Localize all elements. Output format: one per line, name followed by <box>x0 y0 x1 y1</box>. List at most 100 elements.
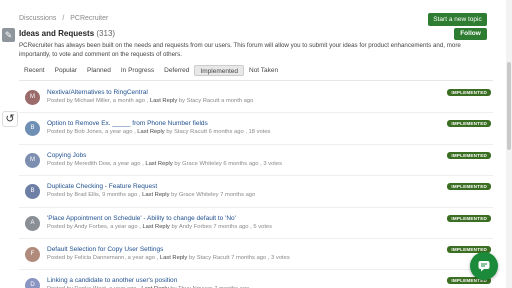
posted-by-label: Posted by <box>47 160 73 167</box>
posted-by-label: Posted by <box>47 192 73 199</box>
topic-meta: Posted by Meredith Dow, a year ago , Las… <box>47 160 283 167</box>
tab-popular[interactable]: Popular <box>50 65 82 76</box>
last-reply-author[interactable]: Andy Forbes <box>179 224 212 230</box>
topic-title-link[interactable]: Nextiva/Alternatives to RingCentral <box>47 89 148 96</box>
posted-time: a year ago <box>127 254 155 261</box>
breadcrumb: Discussions / PCRecruiter <box>19 15 112 22</box>
last-reply-link[interactable]: Last Reply <box>145 161 172 167</box>
last-reply-time: 6 months ago <box>223 160 259 167</box>
by-label: by <box>171 223 178 230</box>
chat-button[interactable] <box>470 252 498 280</box>
start-topic-button[interactable]: Start a new topic <box>428 13 487 26</box>
topic-title-link[interactable]: Duplicate Checking - Feature Request <box>47 183 157 190</box>
forum-description: PCRecruiter has always been built on the… <box>19 42 461 58</box>
topic-title-link[interactable]: Default Selection for Copy User Settings <box>47 246 163 253</box>
topic-list: M Nextiva/Alternatives to RingCentral Post… <box>19 82 493 288</box>
last-reply-author[interactable]: Stacy Racutt <box>174 129 207 135</box>
last-reply-link[interactable]: Last Reply <box>150 98 177 104</box>
topic-row: D Linking a candidate to another user's p… <box>19 270 493 288</box>
topic-row: M Copying Jobs Posted by Meredith Dow, a y… <box>19 145 493 177</box>
topic-meta: Posted by Michael Miller, a month ago , … <box>47 98 254 104</box>
status-badge: IMPLEMENTED <box>447 120 491 128</box>
by-label: by <box>166 129 173 136</box>
status-badge: IMPLEMENTED <box>447 89 491 96</box>
posted-by-label: Posted by <box>47 223 73 230</box>
last-reply-time: 7 months ago <box>220 192 256 199</box>
breadcrumb-separator: / <box>62 15 65 22</box>
last-reply-author[interactable]: Stacy Racutt <box>187 98 220 104</box>
by-label: by <box>174 160 181 167</box>
lightbulb-icon: ✎ <box>2 28 15 42</box>
topic-count: (313) <box>96 29 116 38</box>
avatar[interactable]: A <box>25 215 40 231</box>
author-name[interactable]: Bob Jones <box>74 129 101 135</box>
author-name[interactable]: Felicia Dannemann <box>74 255 124 261</box>
scrollbar-thumb[interactable] <box>507 62 511 150</box>
follow-button[interactable]: Follow <box>454 28 487 40</box>
author-name[interactable]: Brad Ellis <box>74 192 98 198</box>
last-reply-link[interactable]: Last Reply <box>142 192 169 198</box>
topic-title-link[interactable]: 'Place Appointment on Schedule' - Abilit… <box>47 215 236 222</box>
vote-count: 5 votes <box>253 223 273 230</box>
topic-title-link[interactable]: Copying Jobs <box>47 152 86 159</box>
divider <box>19 80 493 81</box>
last-reply-link[interactable]: Last Reply <box>142 224 169 230</box>
posted-time: a month ago <box>112 98 145 104</box>
tab-in-progress[interactable]: In Progress <box>116 65 159 76</box>
by-label: by <box>188 254 195 261</box>
posted-by-label: Posted by <box>47 254 73 261</box>
tab-planned[interactable]: Planned <box>82 65 116 76</box>
status-badge: IMPLEMENTED <box>447 183 491 191</box>
last-reply-link[interactable]: Last Reply <box>160 255 187 261</box>
topic-meta: Posted by Bob Jones, a year ago , Last R… <box>47 129 271 136</box>
tab-recent[interactable]: Recent <box>19 65 50 76</box>
topic-title-link[interactable]: Linking a candidate to another user's po… <box>47 277 177 284</box>
avatar[interactable]: M <box>25 152 40 168</box>
last-reply-time: 7 months ago <box>213 223 249 230</box>
page-title-text: Ideas and Requests <box>19 29 95 38</box>
last-reply-time: 6 months ago <box>208 129 244 136</box>
topic-row: B Option to Remove Ex. _____ from Phone N… <box>19 113 493 145</box>
topic-meta: Posted by Andy Forbes, a year ago , Last… <box>47 223 273 230</box>
posted-time: a year ago <box>105 129 133 136</box>
last-reply-link[interactable]: Last Reply <box>137 129 164 135</box>
author-name[interactable]: Meredith Dow <box>74 161 109 167</box>
by-label: by <box>178 98 185 104</box>
breadcrumb-discussions[interactable]: Discussions <box>19 15 56 22</box>
page-title: Ideas and Requests (313) <box>19 29 115 38</box>
author-name[interactable]: Michael Miller <box>74 98 109 104</box>
topic-row: F Default Selection for Copy User Setting… <box>19 239 493 271</box>
topic-row: A 'Place Appointment on Schedule' - Abili… <box>19 208 493 239</box>
last-reply-time: 7 months ago <box>231 254 267 261</box>
vote-count: 3 votes <box>271 254 290 261</box>
avatar[interactable]: D <box>25 278 40 288</box>
vote-count: 18 votes <box>248 129 271 136</box>
posted-time: a year ago <box>113 160 141 167</box>
posted-by-label: Posted by <box>47 98 73 104</box>
topic-meta: Posted by Felicia Dannemann, a year ago … <box>47 254 290 261</box>
filter-tabs: Recent Popular Planned In Progress Deferred I… <box>19 65 283 76</box>
status-badge: IMPLEMENTED <box>447 214 491 222</box>
posted-by-label: Posted by <box>47 129 73 136</box>
breadcrumb-pcrecruiter[interactable]: PCRecruiter <box>70 15 108 22</box>
vote-count: 3 votes <box>263 160 283 167</box>
avatar[interactable]: F <box>25 246 40 262</box>
avatar[interactable]: B <box>25 121 40 137</box>
topic-title-link[interactable]: Option to Remove Ex. _____ from Phone Nu… <box>47 120 208 127</box>
avatar[interactable]: B <box>25 184 40 200</box>
tab-implemented[interactable]: Implemented <box>194 65 244 76</box>
last-reply-author[interactable]: Grace Whiteley <box>182 161 222 167</box>
tab-deferred[interactable]: Deferred <box>159 65 194 76</box>
author-name[interactable]: Andy Forbes <box>74 224 107 230</box>
by-label: by <box>171 192 178 199</box>
last-reply-author[interactable]: Stacy Racutt <box>197 255 230 261</box>
topic-row: M Nextiva/Alternatives to RingCentral Post… <box>19 82 493 114</box>
topic-row: B Duplicate Checking - Feature Request Pos… <box>19 176 493 208</box>
avatar[interactable]: M <box>25 90 40 105</box>
left-rail <box>0 0 14 288</box>
tab-not-taken[interactable]: Not Taken <box>244 65 283 76</box>
refresh-icon[interactable]: ↺ <box>2 111 18 127</box>
posted-time: a year ago <box>110 223 138 230</box>
last-reply-author[interactable]: Grace Whiteley <box>179 192 219 198</box>
topic-meta: Posted by Brad Ellis, 9 months ago , Las… <box>47 192 256 199</box>
